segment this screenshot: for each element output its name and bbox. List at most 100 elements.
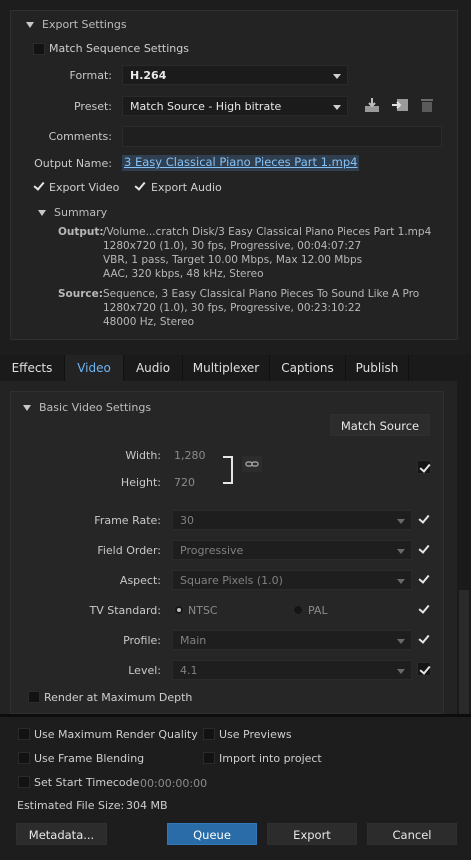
chevron-down-icon bbox=[397, 579, 405, 584]
export-audio-label: Export Audio bbox=[151, 181, 222, 194]
export-video-checkbox[interactable] bbox=[33, 180, 45, 192]
use-previews-label: Use Previews bbox=[219, 728, 292, 741]
tv-standard-label: TV Standard: bbox=[89, 604, 162, 617]
estimated-size-value: 304 MB bbox=[126, 799, 168, 812]
format-value: H.264 bbox=[130, 69, 167, 82]
cancel-button[interactable]: Cancel bbox=[367, 823, 457, 845]
dimensions-override-checkbox[interactable] bbox=[417, 460, 431, 474]
export-settings-header-label: Export Settings bbox=[42, 18, 127, 31]
save-preset-icon[interactable] bbox=[364, 97, 380, 113]
level-select[interactable]: 4.1 bbox=[172, 660, 412, 680]
tab-video[interactable]: Video bbox=[65, 355, 124, 381]
format-label: Format: bbox=[69, 69, 112, 82]
chain-link-icon[interactable] bbox=[242, 456, 262, 472]
disclosure-triangle-icon[interactable] bbox=[38, 210, 46, 216]
summary-source-label: Source: bbox=[58, 288, 103, 300]
level-override-checkbox[interactable] bbox=[417, 662, 431, 676]
estimated-size-label: Estimated File Size: bbox=[17, 799, 125, 812]
tab-multiplexer[interactable]: Multiplexer bbox=[183, 355, 270, 381]
comments-label: Comments: bbox=[48, 130, 112, 143]
import-preset-icon[interactable] bbox=[391, 97, 409, 113]
disclosure-triangle-icon[interactable] bbox=[26, 22, 34, 28]
summary-source-line: 1280x720 (1.0), 30 fps, Progressive, 00:… bbox=[103, 302, 362, 314]
profile-label: Profile: bbox=[123, 634, 161, 647]
match-sequence-checkbox[interactable] bbox=[33, 43, 45, 55]
tab-publish[interactable]: Publish bbox=[346, 355, 409, 381]
max-render-quality-label: Use Maximum Render Quality bbox=[34, 728, 198, 741]
queue-button[interactable]: Queue bbox=[167, 823, 257, 845]
tab-effects[interactable]: Effects bbox=[0, 355, 65, 381]
height-value[interactable]: 720 bbox=[174, 476, 195, 489]
chevron-down-icon bbox=[333, 105, 341, 110]
export-video-label: Export Video bbox=[49, 181, 120, 194]
frame-rate-label: Frame Rate: bbox=[94, 514, 161, 527]
render-max-depth-checkbox[interactable] bbox=[28, 691, 40, 703]
width-value[interactable]: 1,280 bbox=[174, 449, 206, 462]
start-timecode-checkbox[interactable] bbox=[18, 776, 30, 788]
chevron-down-icon bbox=[397, 549, 405, 554]
start-timecode-label: Set Start Timecode bbox=[34, 776, 140, 789]
summary-source-line: Sequence, 3 Easy Classical Piano Pieces … bbox=[103, 288, 420, 300]
preset-select[interactable]: Match Source - High bitrate bbox=[122, 96, 348, 116]
field-order-value: Progressive bbox=[180, 544, 244, 557]
field-order-select[interactable]: Progressive bbox=[172, 540, 412, 560]
import-into-project-checkbox[interactable] bbox=[203, 752, 215, 764]
chevron-down-icon bbox=[397, 519, 405, 524]
start-timecode-value[interactable]: 00:00:00:00 bbox=[140, 777, 207, 790]
output-name-label: Output Name: bbox=[34, 157, 112, 170]
export-settings-header[interactable]: Export Settings bbox=[26, 18, 127, 31]
export-button[interactable]: Export bbox=[267, 823, 357, 845]
aspect-value: Square Pixels (1.0) bbox=[180, 574, 283, 587]
summary-output-line: VBR, 1 pass, Target 10.00 Mbps, Max 12.0… bbox=[103, 254, 363, 266]
profile-override-checkbox[interactable] bbox=[418, 633, 430, 645]
chevron-down-icon bbox=[397, 669, 405, 674]
frame-rate-value: 30 bbox=[180, 514, 194, 527]
export-audio-checkbox[interactable] bbox=[134, 180, 146, 192]
import-into-project-label: Import into project bbox=[219, 752, 322, 765]
chevron-down-icon bbox=[397, 639, 405, 644]
profile-select[interactable]: Main bbox=[172, 630, 412, 650]
output-name-link[interactable]: 3 Easy Classical Piano Pieces Part 1.mp4 bbox=[122, 155, 360, 171]
tab-captions[interactable]: Captions bbox=[270, 355, 346, 381]
summary-output-line: /Volume...cratch Disk/3 Easy Classical P… bbox=[103, 226, 432, 238]
preset-value: Match Source - High bitrate bbox=[130, 100, 282, 113]
width-label: Width: bbox=[125, 449, 161, 462]
summary-output-line: AAC, 320 kbps, 48 kHz, Stereo bbox=[103, 268, 264, 280]
comments-field[interactable] bbox=[122, 126, 442, 147]
match-source-button[interactable]: Match Source bbox=[330, 414, 430, 436]
aspect-label: Aspect: bbox=[119, 574, 161, 587]
summary-output-label: Output: bbox=[58, 226, 104, 238]
settings-tabs: Effects Video Audio Multiplexer Captions… bbox=[0, 355, 471, 381]
tv-standard-override-checkbox[interactable] bbox=[418, 603, 430, 615]
use-previews-checkbox[interactable] bbox=[203, 728, 215, 740]
height-label: Height: bbox=[120, 476, 161, 489]
aspect-override-checkbox[interactable] bbox=[418, 573, 430, 585]
max-render-quality-checkbox[interactable] bbox=[18, 728, 30, 740]
frame-rate-select[interactable]: 30 bbox=[172, 510, 412, 530]
pal-radio[interactable] bbox=[293, 605, 303, 615]
aspect-select[interactable]: Square Pixels (1.0) bbox=[172, 570, 412, 590]
field-order-override-checkbox[interactable] bbox=[418, 543, 430, 555]
tab-audio[interactable]: Audio bbox=[124, 355, 183, 381]
chevron-down-icon bbox=[333, 74, 341, 79]
profile-value: Main bbox=[180, 634, 207, 647]
disclosure-triangle-icon[interactable] bbox=[23, 405, 31, 411]
frame-rate-override-checkbox[interactable] bbox=[418, 513, 430, 525]
basic-video-header[interactable]: Basic Video Settings bbox=[23, 401, 151, 414]
preset-label: Preset: bbox=[73, 100, 112, 113]
summary-header-label: Summary bbox=[54, 206, 108, 219]
match-sequence-label: Match Sequence Settings bbox=[49, 42, 189, 55]
summary-header[interactable]: Summary bbox=[38, 206, 107, 219]
ntsc-radio[interactable] bbox=[174, 605, 184, 615]
level-value: 4.1 bbox=[180, 664, 198, 677]
trash-icon[interactable] bbox=[420, 97, 434, 113]
summary-output-line: 1280x720 (1.0), 30 fps, Progressive, 00:… bbox=[103, 240, 362, 252]
frame-blending-label: Use Frame Blending bbox=[34, 752, 145, 765]
basic-video-header-label: Basic Video Settings bbox=[39, 401, 152, 414]
ntsc-label: NTSC bbox=[188, 604, 218, 617]
level-label: Level: bbox=[128, 664, 161, 677]
metadata-button[interactable]: Metadata... bbox=[16, 823, 107, 845]
format-select[interactable]: H.264 bbox=[122, 65, 348, 85]
scrollbar-thumb[interactable] bbox=[459, 590, 469, 714]
frame-blending-checkbox[interactable] bbox=[18, 752, 30, 764]
